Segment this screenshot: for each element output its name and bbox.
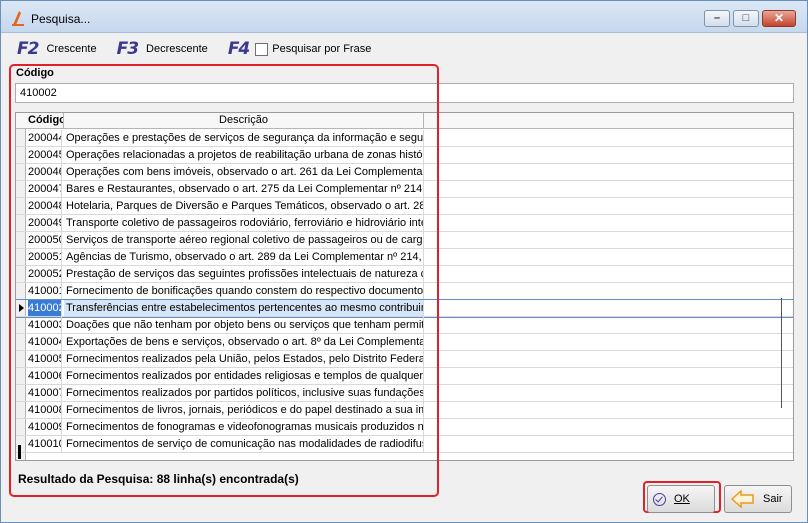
search-dialog: Pesquisa... – □ ✕ F2 Crescente F3 Decres… — [0, 0, 808, 523]
f2-key-icon[interactable]: F2 — [17, 39, 39, 59]
arrow-left-icon — [731, 489, 754, 509]
exit-button[interactable]: Sair — [724, 485, 792, 513]
ok-button-label: OK — [674, 493, 690, 505]
ok-button[interactable]: OK — [647, 485, 715, 513]
phrase-search-label[interactable]: Pesquisar por Frase — [272, 43, 371, 55]
f3-key-icon[interactable]: F3 — [117, 39, 139, 59]
sort-ascending-label[interactable]: Crescente — [46, 43, 96, 55]
maximize-button[interactable]: □ — [733, 10, 759, 27]
sort-descending-label[interactable]: Decrescente — [146, 43, 208, 55]
close-icon: ✕ — [773, 11, 785, 25]
title-bar: Pesquisa... – □ ✕ — [1, 1, 807, 33]
minimize-icon: – — [713, 12, 721, 24]
app-logo-icon — [12, 11, 24, 26]
maximize-icon: □ — [742, 12, 750, 24]
minimize-button[interactable]: – — [704, 10, 730, 27]
window-title: Pesquisa... — [31, 12, 91, 26]
phrase-search-checkbox[interactable] — [255, 42, 269, 56]
f4-key-icon: F4 — [227, 39, 250, 59]
highlight-frame — [9, 64, 439, 497]
vertical-scrollbar[interactable] — [781, 298, 782, 408]
close-button[interactable]: ✕ — [762, 10, 796, 27]
check-circle-icon — [653, 492, 666, 506]
exit-button-label: Sair — [763, 493, 783, 505]
sort-toolbar: F2 Crescente F3 Decrescente F4 Pesquisar… — [17, 39, 371, 59]
